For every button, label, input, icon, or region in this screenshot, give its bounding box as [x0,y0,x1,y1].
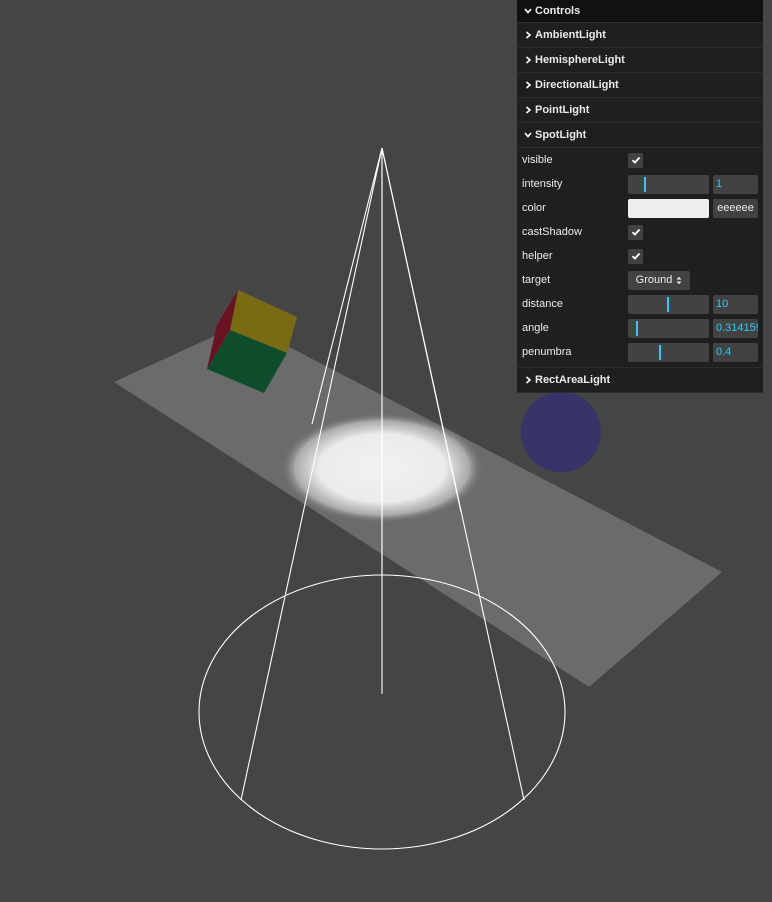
control-intensity: intensity 1 [517,172,763,196]
angle-slider[interactable] [628,318,709,338]
helper-checkbox[interactable] [628,248,643,264]
target-select[interactable]: Ground [628,270,690,290]
checkmark-icon [631,252,640,260]
castshadow-checkbox[interactable] [628,224,643,240]
folder-label: SpotLight [535,129,587,141]
control-distance: distance 10 [517,292,763,316]
slider-thumb[interactable] [644,176,646,192]
control-castshadow: castShadow [517,220,763,244]
color-input[interactable]: eeeeee [713,198,758,218]
folder-label: PointLight [535,104,590,116]
control-label: castShadow [522,226,582,238]
folder-ambientlight[interactable]: AmbientLight [517,23,763,48]
updown-arrows-icon [676,276,682,284]
folder-rectarealight[interactable]: RectAreaLight [517,368,763,393]
checkmark-icon [631,156,640,164]
control-label: angle [522,322,549,334]
angle-input[interactable]: 0.314159 [713,318,758,338]
control-label: intensity [522,178,563,190]
controls-title: Controls [535,5,581,17]
point-light-sphere [521,392,601,472]
slider-thumb[interactable] [636,320,638,336]
intensity-input[interactable]: 1 [713,174,758,194]
control-penumbra: penumbra 0.4 [517,340,763,364]
control-angle: angle 0.314159 [517,316,763,340]
folder-directionallight[interactable]: DirectionalLight [517,73,763,98]
folder-label: AmbientLight [535,29,606,41]
folder-pointlight[interactable]: PointLight [517,98,763,123]
chevron-right-icon [521,81,535,89]
chevron-down-icon [521,7,535,15]
distance-input[interactable]: 10 [713,294,758,314]
checkmark-icon [631,228,640,236]
chevron-down-icon [521,131,535,139]
slider-thumb[interactable] [667,296,669,312]
control-label: color [522,202,546,214]
distance-slider[interactable] [628,294,709,314]
visible-checkbox[interactable] [628,152,643,168]
target-select-value: Ground [635,274,673,286]
control-color: color eeeeee [517,196,763,220]
chevron-right-icon [521,376,535,384]
control-helper: helper [517,244,763,268]
chevron-right-icon [521,56,535,64]
slider-thumb[interactable] [659,344,661,360]
controls-panel: Controls AmbientLight HemisphereLight Di… [517,0,763,393]
folder-spotlight[interactable]: SpotLight [517,123,763,148]
chevron-right-icon [521,106,535,114]
control-label: penumbra [522,346,572,358]
control-label: distance [522,298,563,310]
color-swatch[interactable] [628,198,709,218]
control-visible: visible [517,148,763,172]
control-label: target [522,274,551,286]
control-target: target Ground [517,268,763,292]
chevron-right-icon [521,31,535,39]
folder-label: HemisphereLight [535,54,625,66]
penumbra-slider[interactable] [628,342,709,362]
folder-hemispherelight[interactable]: HemisphereLight [517,48,763,73]
spotlight-controls: visible intensity 1 color eeeeee castSha… [517,148,763,368]
control-label: helper [522,250,553,262]
intensity-slider[interactable] [628,174,709,194]
folder-label: DirectionalLight [535,79,619,91]
control-label: visible [522,154,553,166]
penumbra-input[interactable]: 0.4 [713,342,758,362]
controls-title-bar[interactable]: Controls [517,0,763,23]
folder-label: RectAreaLight [535,374,611,386]
